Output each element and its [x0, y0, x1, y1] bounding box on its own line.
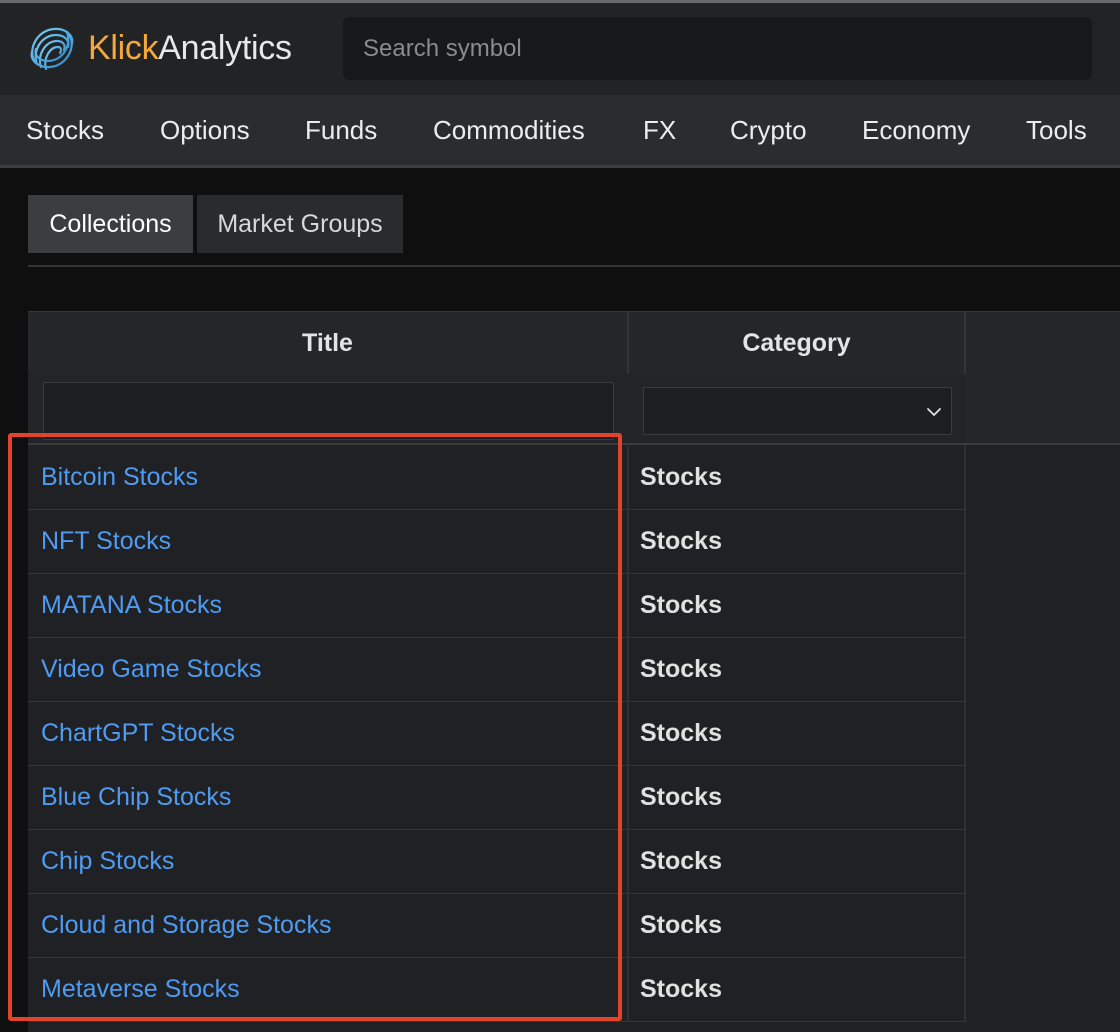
nav-item-economy[interactable]: Economy [862, 95, 970, 165]
collection-link[interactable]: Video Game Stocks [28, 638, 629, 701]
table-row: NFT Stocks Stocks [28, 510, 966, 574]
table-row: MATANA Stocks Stocks [28, 574, 966, 638]
nav-item-tools[interactable]: Tools [1026, 95, 1087, 165]
column-header-title[interactable]: Title [28, 312, 629, 374]
category-cell: Stocks [629, 958, 966, 1021]
table-row: Blue Chip Stocks Stocks [28, 766, 966, 830]
column-header-category[interactable]: Category [629, 312, 966, 374]
category-cell: Stocks [629, 894, 966, 957]
main-nav: Stocks Options Funds Commodities FX Cryp… [0, 95, 1120, 168]
table-row: Cloud and Storage Stocks Stocks [28, 894, 966, 958]
collection-link[interactable]: ChartGPT Stocks [28, 702, 629, 765]
category-cell: Stocks [629, 702, 966, 765]
collection-link[interactable]: Bitcoin Stocks [28, 446, 629, 509]
header-divider [966, 443, 1120, 445]
category-cell: Stocks [629, 574, 966, 637]
table-row: Metaverse Stocks Stocks [28, 958, 966, 1022]
collection-link[interactable]: NFT Stocks [28, 510, 629, 573]
nav-item-commodities[interactable]: Commodities [433, 95, 585, 165]
brand-name-analytics: Analytics [158, 29, 292, 67]
category-filter-select[interactable] [643, 387, 952, 435]
tab-divider [28, 265, 1120, 267]
header-filler [966, 312, 1120, 445]
logo[interactable]: KlickAnalytics [24, 20, 292, 76]
nav-item-fx[interactable]: FX [643, 95, 676, 165]
nav-item-crypto[interactable]: Crypto [730, 95, 807, 165]
table-row: Chip Stocks Stocks [28, 830, 966, 894]
swirl-logo-icon [30, 27, 74, 71]
tab-market-groups[interactable]: Market Groups [197, 195, 403, 253]
collection-link[interactable]: Cloud and Storage Stocks [28, 894, 629, 957]
nav-item-options[interactable]: Options [160, 95, 250, 165]
category-cell: Stocks [629, 830, 966, 893]
filter-row [28, 374, 966, 445]
category-cell: Stocks [629, 638, 966, 701]
category-cell: Stocks [629, 510, 966, 573]
nav-item-funds[interactable]: Funds [305, 95, 377, 165]
search-input[interactable] [343, 17, 1092, 80]
top-bar: KlickAnalytics [0, 0, 1120, 95]
collection-link[interactable]: Blue Chip Stocks [28, 766, 629, 829]
title-filter-input[interactable] [43, 382, 614, 440]
collection-link[interactable]: MATANA Stocks [28, 574, 629, 637]
table-row: Bitcoin Stocks Stocks [28, 446, 966, 510]
collection-link[interactable]: Chip Stocks [28, 830, 629, 893]
brand-name: KlickAnalytics [88, 31, 292, 65]
chevron-down-icon [927, 408, 941, 416]
tab-collections[interactable]: Collections [28, 195, 193, 253]
collections-grid: Title Category Bitcoin Stocks Stocks NFT… [28, 311, 1120, 1032]
brand-name-klick: Klick [88, 29, 159, 67]
category-cell: Stocks [629, 766, 966, 829]
collection-link[interactable]: Metaverse Stocks [28, 958, 629, 1021]
nav-item-stocks[interactable]: Stocks [26, 95, 104, 165]
category-cell: Stocks [629, 446, 966, 509]
table-row: ChartGPT Stocks Stocks [28, 702, 966, 766]
table-row: Video Game Stocks Stocks [28, 638, 966, 702]
